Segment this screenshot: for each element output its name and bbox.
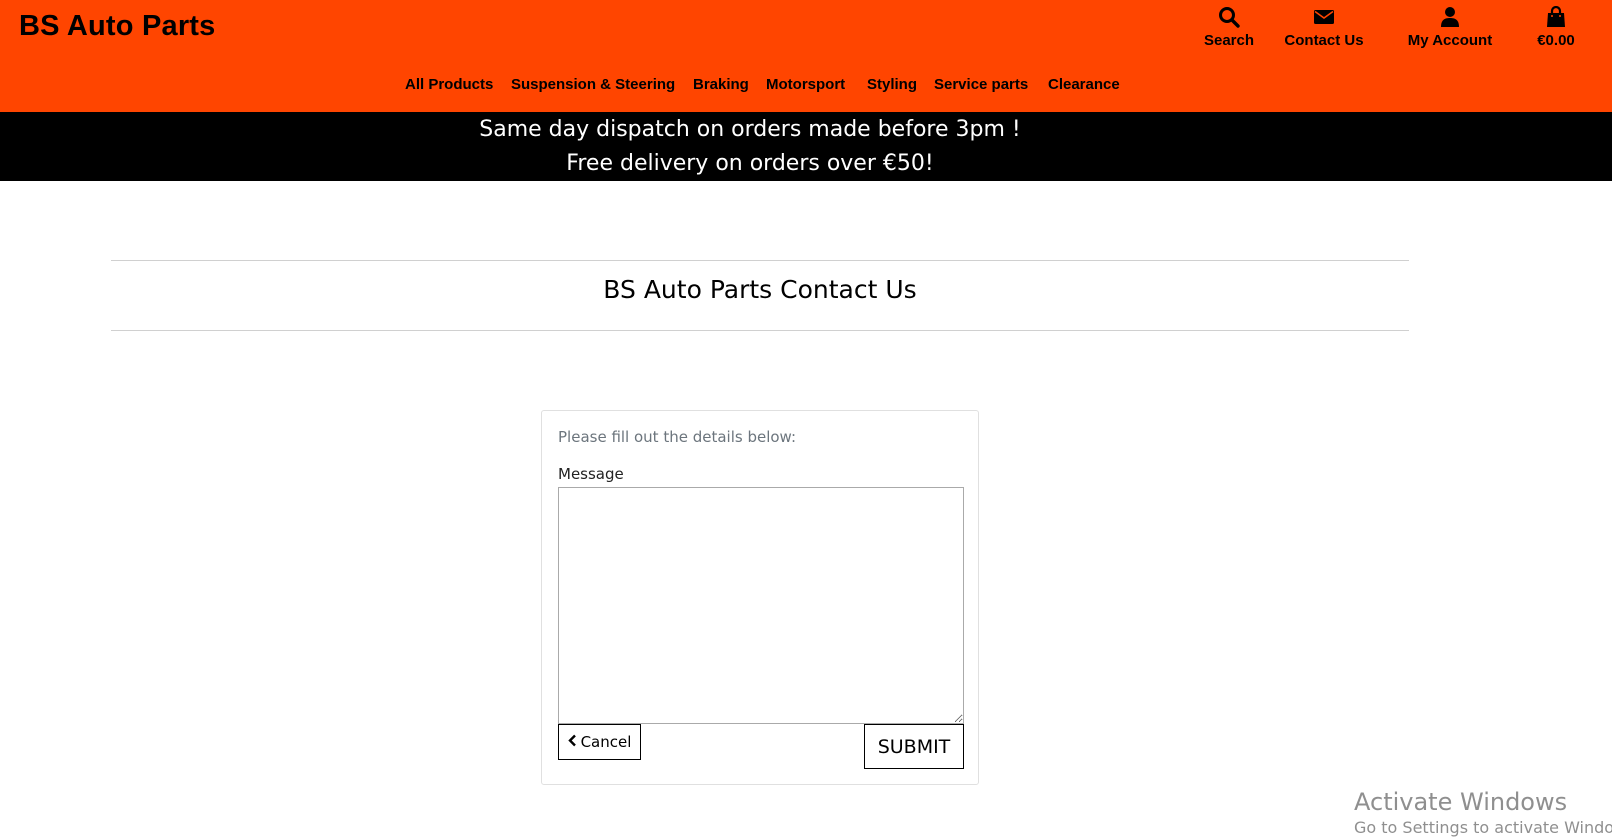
- site-logo[interactable]: BS Auto Parts: [19, 10, 216, 43]
- title-divider-top: [111, 260, 1409, 261]
- contact-us-link-label: Contact Us: [1284, 32, 1364, 49]
- nav-item-clearance[interactable]: Clearance: [1048, 76, 1120, 93]
- site-header: BS Auto Parts Search Contact Us My Accou…: [0, 0, 1612, 112]
- contact-us-link[interactable]: Contact Us: [1277, 6, 1371, 49]
- message-label: Message: [558, 465, 624, 483]
- search-link-label: Search: [1203, 32, 1255, 49]
- nav-item-suspension-steering[interactable]: Suspension & Steering: [511, 76, 675, 93]
- activate-windows-watermark: Activate Windows Go to Settings to activ…: [1354, 788, 1612, 837]
- promo-banner: Same day dispatch on orders made before …: [0, 112, 1612, 181]
- page-title: BS Auto Parts Contact Us: [603, 275, 917, 304]
- cart-total-label: €0.00: [1537, 32, 1575, 49]
- title-divider-bottom: [111, 330, 1409, 331]
- contact-form-card: Please fill out the details below: Messa…: [541, 410, 979, 785]
- my-account-link[interactable]: My Account: [1400, 6, 1500, 49]
- cart-link[interactable]: €0.00: [1526, 6, 1586, 49]
- form-instructions: Please fill out the details below:: [558, 428, 797, 446]
- promo-dispatch-text: Same day dispatch on orders made before …: [479, 117, 1021, 142]
- nav-item-service-parts[interactable]: Service parts: [934, 76, 1028, 93]
- main-nav: All Products Suspension & Steering Braki…: [0, 76, 1612, 98]
- shopping-bag-icon: [1546, 6, 1566, 28]
- watermark-title: Activate Windows: [1354, 788, 1568, 816]
- nav-item-braking[interactable]: Braking: [693, 76, 749, 93]
- search-icon: [1218, 6, 1240, 28]
- promo-delivery-text: Free delivery on orders over €50!: [566, 151, 934, 176]
- cancel-button[interactable]: Cancel: [558, 724, 641, 760]
- envelope-icon: [1313, 6, 1335, 28]
- search-link[interactable]: Search: [1189, 6, 1269, 49]
- message-textarea[interactable]: [558, 487, 964, 724]
- nav-item-all-products[interactable]: All Products: [405, 76, 493, 93]
- nav-item-motorsport[interactable]: Motorsport: [766, 76, 845, 93]
- nav-item-styling[interactable]: Styling: [867, 76, 917, 93]
- my-account-link-label: My Account: [1407, 32, 1493, 49]
- cancel-button-label: Cancel: [580, 733, 632, 751]
- submit-button[interactable]: SUBMIT: [864, 724, 964, 769]
- user-icon: [1440, 6, 1460, 28]
- watermark-subtitle: Go to Settings to activate Windows.: [1354, 818, 1612, 837]
- chevron-left-icon: [567, 733, 577, 751]
